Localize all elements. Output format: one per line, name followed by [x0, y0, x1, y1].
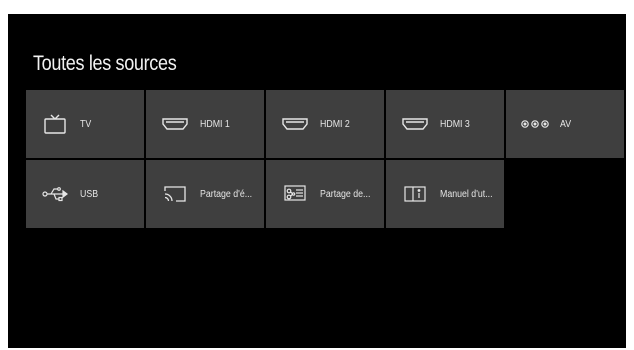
source-tile-tv[interactable]: TV [26, 90, 144, 158]
av-icon [520, 113, 550, 135]
usb-icon [40, 183, 70, 205]
source-tile-hdmi-1[interactable]: HDMI 1 [146, 90, 264, 158]
hdmi-icon [400, 113, 430, 135]
tv-icon [40, 113, 70, 135]
hdmi-icon [280, 113, 310, 135]
hdmi-icon [160, 113, 190, 135]
source-tile-manual[interactable]: Manuel d'ut... [386, 160, 504, 228]
source-label-av: AV [560, 118, 572, 130]
source-label-hdmi-2: HDMI 2 [320, 118, 350, 130]
source-label-tv: TV [80, 118, 92, 130]
source-label-hdmi-3: HDMI 3 [440, 118, 470, 130]
source-tile-hdmi-2[interactable]: HDMI 2 [266, 90, 384, 158]
source-label-usb: USB [80, 188, 99, 200]
source-tile-screen-share[interactable]: Partage d'é... [146, 160, 264, 228]
source-label-screen-share: Partage d'é... [200, 188, 253, 200]
tv-screen: Toutes les sources TV HDMI 1 HDMI 2 HDMI… [8, 14, 626, 348]
source-tile-av[interactable]: AV [506, 90, 624, 158]
source-tile-usb[interactable]: USB [26, 160, 144, 228]
manual-icon [400, 183, 430, 205]
source-label-hdmi-1: HDMI 1 [200, 118, 230, 130]
source-tile-hdmi-3[interactable]: HDMI 3 [386, 90, 504, 158]
page-title: Toutes les sources [33, 52, 177, 75]
screen-cast-icon [160, 183, 190, 205]
source-tile-media-share[interactable]: Partage de... [266, 160, 384, 228]
media-share-icon [280, 183, 310, 205]
source-label-media-share: Partage de... [320, 188, 371, 200]
sources-grid: TV HDMI 1 HDMI 2 HDMI 3 AV USB Partage d… [26, 90, 624, 228]
source-label-manual: Manuel d'ut... [440, 188, 493, 200]
